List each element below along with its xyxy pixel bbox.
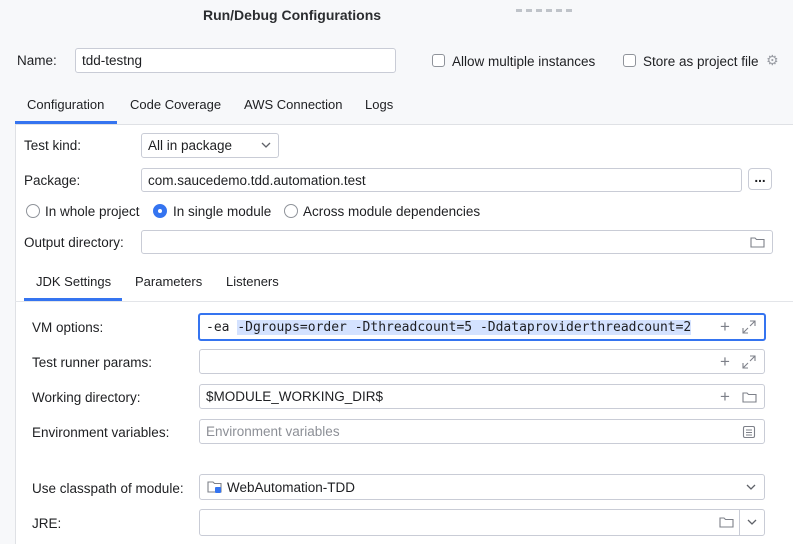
folder-icon[interactable] xyxy=(742,391,757,403)
runner-params-input[interactable] xyxy=(199,349,765,374)
test-kind-label: Test kind: xyxy=(24,138,82,153)
package-value: com.saucedemo.tdd.automation.test xyxy=(148,172,366,188)
radio-across-modules-label: Across module dependencies xyxy=(303,204,481,219)
gear-icon[interactable]: ⚙ xyxy=(766,53,779,67)
expand-icon[interactable] xyxy=(742,320,756,334)
tab-configuration[interactable]: Configuration xyxy=(27,97,104,112)
package-label: Package: xyxy=(24,173,81,188)
store-project-label: Store as project file xyxy=(643,54,759,69)
radio-single-module-label: In single module xyxy=(173,204,272,219)
classpath-label: Use classpath of module: xyxy=(32,481,184,496)
jre-label: JRE: xyxy=(32,516,62,531)
jre-select[interactable] xyxy=(199,509,765,536)
title-bar-decoration xyxy=(516,0,636,12)
allow-multiple-checkbox[interactable] xyxy=(432,54,445,67)
tab-logs[interactable]: Logs xyxy=(365,97,393,112)
env-vars-input[interactable]: Environment variables xyxy=(199,419,765,444)
package-input[interactable]: com.saucedemo.tdd.automation.test xyxy=(141,168,742,192)
jre-separator xyxy=(739,510,740,535)
tab-listeners[interactable]: Listeners xyxy=(226,274,279,289)
add-icon[interactable]: + xyxy=(720,388,730,405)
document-list-icon[interactable] xyxy=(742,425,756,439)
chevron-down-icon xyxy=(746,484,756,490)
test-kind-value: All in package xyxy=(148,138,233,153)
add-icon[interactable]: + xyxy=(720,353,730,370)
chevron-down-icon[interactable] xyxy=(747,519,757,526)
chevron-down-icon xyxy=(261,142,271,148)
add-icon[interactable]: + xyxy=(720,318,730,335)
working-dir-label: Working directory: xyxy=(32,390,141,405)
vm-options-prefix: -ea xyxy=(206,319,238,335)
classpath-module-value: WebAutomation-TDD xyxy=(227,479,356,495)
env-vars-placeholder: Environment variables xyxy=(206,424,340,439)
name-input-value: tdd-testng xyxy=(82,53,143,68)
module-icon xyxy=(207,481,222,493)
store-project-checkbox[interactable] xyxy=(623,54,636,67)
vm-options-selected-text: -Dgroups=order -Dthreadcount=5 -Ddatapro… xyxy=(237,319,692,335)
output-dir-input[interactable] xyxy=(141,230,773,254)
tab-code-coverage[interactable]: Code Coverage xyxy=(130,97,221,112)
working-dir-input[interactable]: $MODULE_WORKING_DIR$ xyxy=(199,384,765,409)
package-browse-button[interactable]: ... xyxy=(748,168,772,190)
working-dir-value: $MODULE_WORKING_DIR$ xyxy=(206,389,384,404)
window-title: Run/Debug Configurations xyxy=(202,7,382,23)
name-label: Name: xyxy=(17,53,57,68)
vm-options-label: VM options: xyxy=(32,320,104,335)
output-dir-label: Output directory: xyxy=(24,235,124,250)
tab-parameters[interactable]: Parameters xyxy=(135,274,202,289)
tab-jdk-settings[interactable]: JDK Settings xyxy=(36,274,111,289)
vm-options-input[interactable]: -ea -Dgroups=order -Dthreadcount=5 -Ddat… xyxy=(198,313,766,341)
allow-multiple-label: Allow multiple instances xyxy=(452,54,596,69)
subtab-divider xyxy=(15,301,793,302)
radio-single-module[interactable] xyxy=(153,204,167,218)
radio-whole-project-label: In whole project xyxy=(45,204,140,219)
name-input[interactable]: tdd-testng xyxy=(75,48,396,73)
folder-icon[interactable] xyxy=(750,236,765,248)
runner-params-label: Test runner params: xyxy=(32,355,153,370)
radio-across-modules[interactable] xyxy=(284,204,298,218)
classpath-module-select[interactable]: WebAutomation-TDD xyxy=(199,474,765,500)
folder-icon[interactable] xyxy=(719,516,734,528)
expand-icon[interactable] xyxy=(742,355,756,369)
tab-aws-connection[interactable]: AWS Connection xyxy=(244,97,343,112)
env-vars-label: Environment variables: xyxy=(32,425,170,440)
test-kind-select[interactable]: All in package xyxy=(141,133,279,158)
radio-whole-project[interactable] xyxy=(26,204,40,218)
